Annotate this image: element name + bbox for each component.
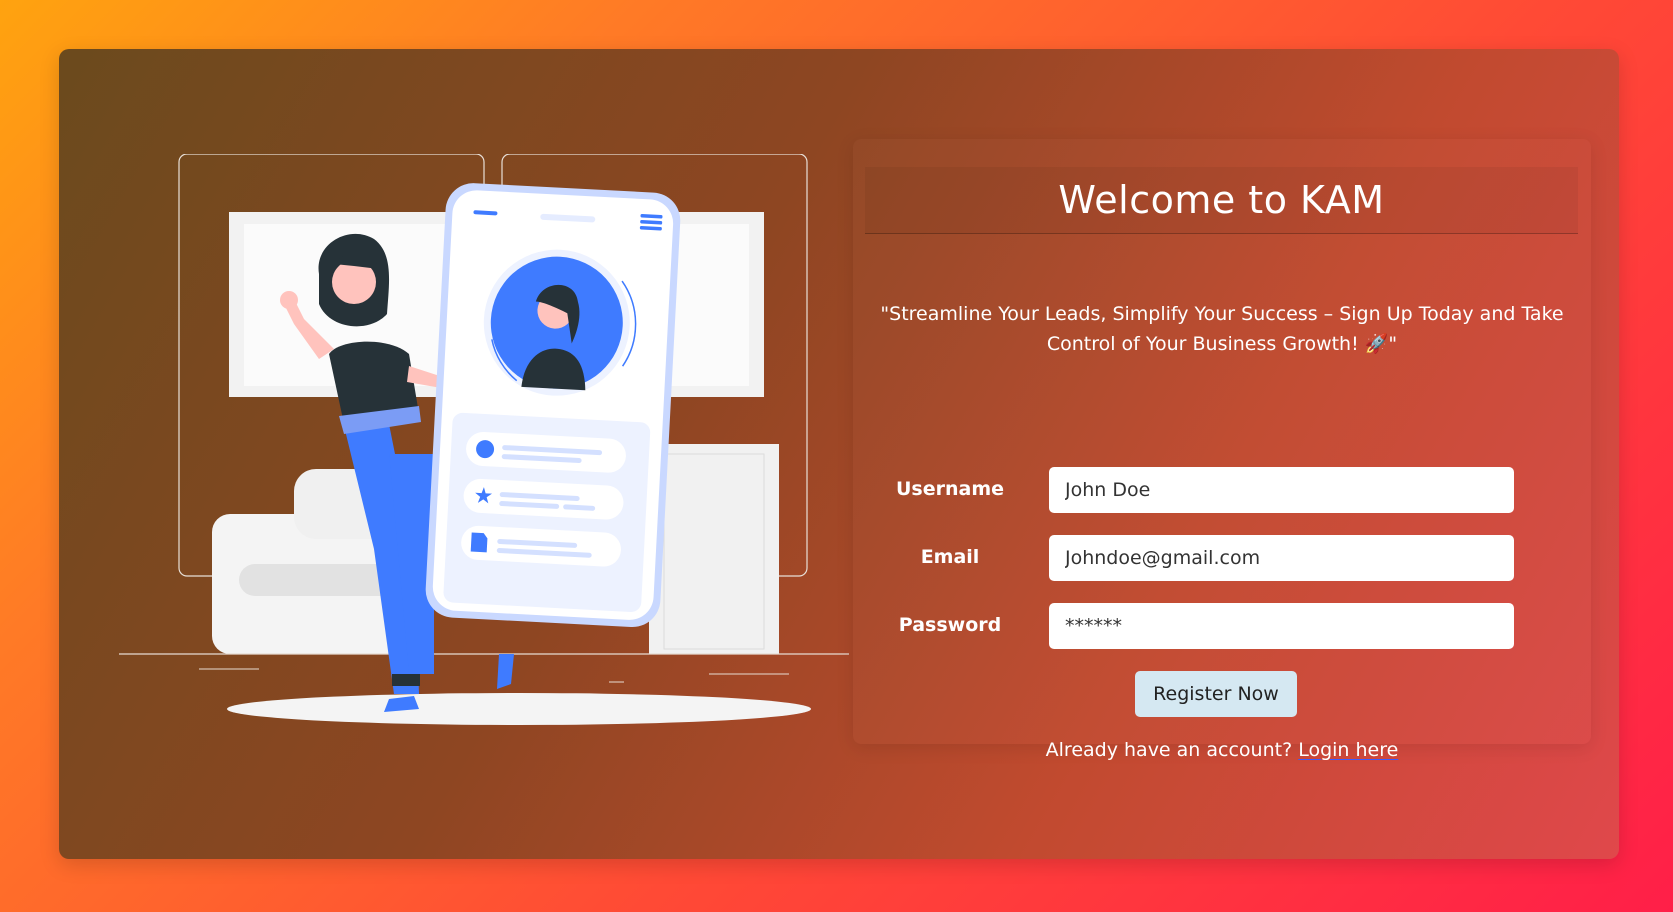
login-prompt-line: Already have an account? Login here [853,739,1591,761]
email-input[interactable] [1049,535,1514,581]
email-label: Email [920,546,980,568]
email-row: Email [853,535,1591,581]
login-link[interactable]: Login here [1298,739,1398,761]
signup-illustration: ★ [119,154,849,725]
register-button[interactable]: Register Now [1135,671,1297,717]
login-prompt-text: Already have an account? [1045,739,1293,761]
password-label: Password [898,614,1002,636]
username-row: Username [853,467,1591,513]
title-bar: Welcome to KAM [865,167,1578,234]
password-row: Password [853,603,1591,649]
main-card: ★ Welcome to KAM "Streamline Your Leads,… [59,49,1619,859]
username-input[interactable] [1049,467,1514,513]
page-title: Welcome to KAM [1058,178,1385,222]
password-input[interactable] [1049,603,1514,649]
svg-text:★: ★ [473,484,494,510]
tagline: "Streamline Your Leads, Simplify Your Su… [880,303,1564,355]
register-form-card: Welcome to KAM "Streamline Your Leads, S… [853,139,1591,761]
username-label: Username [895,478,1005,500]
